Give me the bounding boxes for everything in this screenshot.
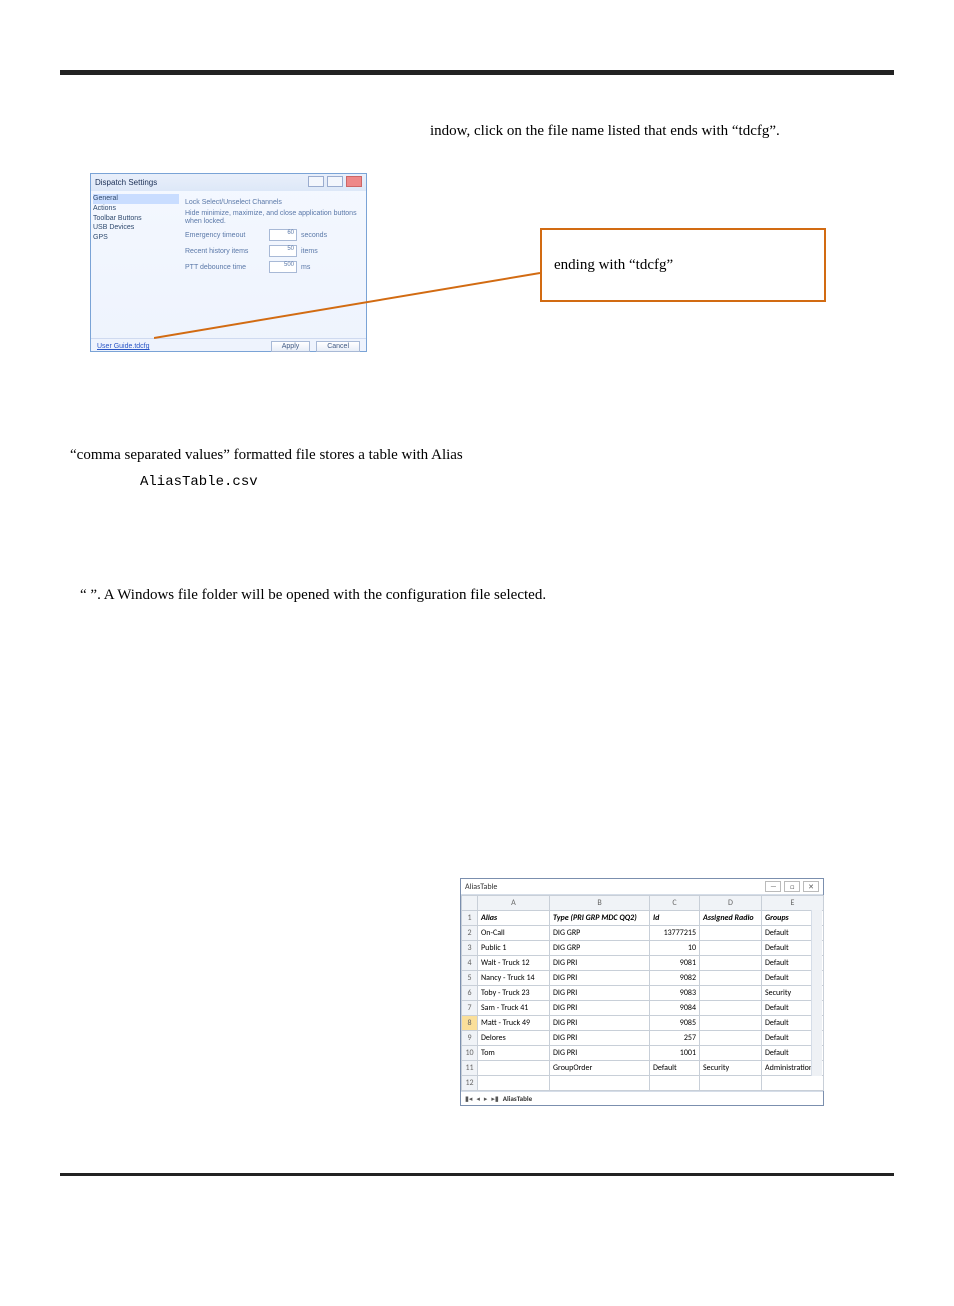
tree-item-actions[interactable]: Actions <box>93 204 179 214</box>
table-row[interactable]: 5Nancy - Truck 14DIG PRI9082Default <box>462 971 824 986</box>
table-row[interactable]: 6Toby - Truck 23DIG PRI9083Security <box>462 986 824 1001</box>
nav-last-icon[interactable]: ▸▮ <box>491 1094 498 1103</box>
csv-filename: AliasTable.csv <box>140 473 258 492</box>
callout-box: ending with “tdcfg” <box>540 228 826 302</box>
table-row[interactable]: 8Matt - Truck 49DIG PRI9085Default <box>462 1016 824 1031</box>
sheet-tab-bar[interactable]: ▮◂ ◂ ▸ ▸▮ AliasTable <box>461 1091 823 1105</box>
min-icon[interactable]: — <box>765 881 781 892</box>
table-row[interactable]: 9DeloresDIG PRI257Default <box>462 1031 824 1046</box>
page-bottom-rule <box>60 1173 894 1176</box>
user-guide-link[interactable]: User Guide.tdcfg <box>97 343 150 350</box>
page-top-rule <box>60 70 894 75</box>
maximize-icon[interactable] <box>327 176 343 187</box>
apply-button[interactable]: Apply <box>271 341 311 352</box>
col-A[interactable]: A <box>478 896 550 911</box>
col-C[interactable]: C <box>650 896 700 911</box>
nav-prev-icon[interactable]: ◂ <box>476 1094 480 1103</box>
lock-channels-checkbox[interactable]: Lock Select/Unselect Channels <box>185 199 282 206</box>
header-data-row[interactable]: 1 Alias Type (PRI GRP MDC QQ2) Id Assign… <box>462 911 824 926</box>
emergency-timeout-input[interactable]: 60 <box>269 229 297 241</box>
intro-text: indow, click on the file name listed tha… <box>430 121 860 141</box>
window-title: Dispatch Settings <box>95 178 157 187</box>
callout-text: ending with “tdcfg” <box>554 257 673 274</box>
csv-paragraph: “comma separated values” formatted file … <box>70 445 463 465</box>
col-D[interactable]: D <box>700 896 762 911</box>
row-hdr[interactable]: 1 <box>462 911 478 926</box>
window-titlebar: Dispatch Settings <box>91 174 366 191</box>
dispatch-settings-window: Dispatch Settings General Actions Toolba… <box>90 173 367 352</box>
nav-next-icon[interactable]: ▸ <box>484 1094 488 1103</box>
table-row[interactable]: 4Walt - Truck 12DIG PRI9081Default <box>462 956 824 971</box>
tree-item-toolbar[interactable]: Toolbar Buttons <box>93 214 179 224</box>
vertical-scrollbar[interactable] <box>811 910 822 1076</box>
hide-buttons-checkbox[interactable]: Hide minimize, maximize, and close appli… <box>185 210 362 225</box>
aliastable-title: AliasTable <box>465 882 497 892</box>
tree-item-general[interactable]: General <box>93 194 179 204</box>
col-E[interactable]: E <box>762 896 824 911</box>
close-icon[interactable] <box>346 176 362 187</box>
recent-history-label: Recent history items <box>185 248 265 255</box>
tree-item-gps[interactable]: GPS <box>93 233 179 243</box>
aliastable-window: AliasTable — □ ✕ A B C D E <box>460 878 824 1106</box>
ptt-debounce-unit: ms <box>301 264 310 271</box>
sheet-tab[interactable]: AliasTable <box>503 1094 532 1103</box>
table-row[interactable]: 2On-CallDIG GRP13777215Default <box>462 926 824 941</box>
col-B[interactable]: B <box>550 896 650 911</box>
tree-item-usb[interactable]: USB Devices <box>93 223 179 233</box>
recent-history-input[interactable]: 50 <box>269 245 297 257</box>
aliastable-grid[interactable]: A B C D E 1 Alias Type (PRI GRP MDC QQ2)… <box>461 895 824 1091</box>
table-row[interactable]: 11GroupOrderDefaultSecurityAdministratio… <box>462 1061 824 1076</box>
table-row[interactable]: 10TomDIG PRI1001Default <box>462 1046 824 1061</box>
recent-history-unit: items <box>301 248 318 255</box>
select-all-cell[interactable] <box>462 896 478 911</box>
table-row[interactable]: 7Sam - Truck 41DIG PRI9084Default <box>462 1001 824 1016</box>
max-icon[interactable]: □ <box>784 881 800 892</box>
table-row[interactable]: 12 <box>462 1076 824 1091</box>
settings-tree[interactable]: General Actions Toolbar Buttons USB Devi… <box>91 191 181 338</box>
column-header-row[interactable]: A B C D E <box>462 896 824 911</box>
nav-first-icon[interactable]: ▮◂ <box>465 1094 472 1103</box>
ptt-debounce-input[interactable]: 500 <box>269 261 297 273</box>
ptt-debounce-label: PTT debounce time <box>185 264 265 271</box>
minimize-icon[interactable] <box>308 176 324 187</box>
table-row[interactable]: 3Public 1DIG GRP10Default <box>462 941 824 956</box>
folder-paragraph: “ ”. A Windows file folder will be opene… <box>80 585 546 605</box>
emergency-timeout-unit: seconds <box>301 232 327 239</box>
close-icon[interactable]: ✕ <box>803 881 819 892</box>
emergency-timeout-label: Emergency timeout <box>185 232 265 239</box>
cancel-button[interactable]: Cancel <box>316 341 360 352</box>
